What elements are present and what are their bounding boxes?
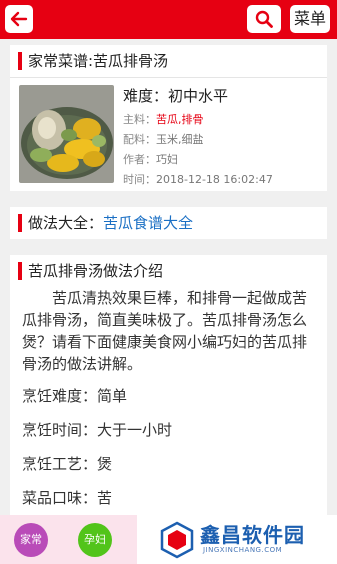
spec-technique: 烹饪工艺：煲: [22, 455, 113, 473]
bottom-bar: 家常 孕妇 鑫昌软件园 JINGXINCHANG.COM: [0, 515, 337, 564]
watermark-logo-icon: [160, 521, 194, 559]
seasoning-value: 玉米,细盐: [156, 133, 204, 146]
tag-bubble-home[interactable]: 家常: [14, 523, 48, 557]
main-ingredient-label: 主料：: [123, 113, 156, 126]
back-arrow-icon: [10, 11, 28, 27]
difficulty-info: 难度：初中水平: [123, 85, 228, 106]
intro-title: 苦瓜排骨汤做法介绍: [18, 262, 163, 280]
spec-flavor: 菜品口味：苦: [22, 489, 113, 507]
watermark-subtext: JINGXINCHANG.COM: [203, 546, 283, 554]
main-ingredient-value[interactable]: 苦瓜,排骨: [156, 113, 204, 126]
seasoning-info: 配料：玉米,细盐: [123, 131, 204, 147]
spec-time: 烹饪时间：大于一小时: [22, 421, 173, 439]
author-label: 作者：: [123, 153, 156, 166]
author-info: 作者：巧妇: [123, 151, 178, 167]
recipe-card: 家常菜谱:苦瓜排骨汤 难度：初中水平 主料：苦瓜,排骨 配料：玉米,细盐 作者：…: [10, 45, 327, 191]
search-icon: [255, 10, 273, 28]
time-info: 时间：2018-12-18 16:02:47: [123, 171, 273, 187]
divider: [10, 77, 327, 78]
methods-title: 做法大全：苦瓜食谱大全: [18, 214, 193, 232]
watermark-text: 鑫昌软件园: [200, 523, 305, 547]
tag-bubbles: 家常 孕妇: [0, 515, 137, 564]
time-value: 2018-12-18 16:02:47: [156, 173, 273, 186]
methods-card: 做法大全：苦瓜食谱大全: [10, 207, 327, 239]
main-ingredient-info: 主料：苦瓜,排骨: [123, 111, 204, 127]
top-bar: 菜单: [0, 0, 337, 39]
intro-card: 苦瓜排骨汤做法介绍 苦瓜清热效果巨棒，和排骨一起做成苦瓜排骨汤，简直美味极了。苦…: [10, 255, 327, 515]
difficulty-label: 难度：: [123, 87, 169, 105]
dish-photo: [19, 85, 114, 183]
intro-paragraph: 苦瓜清热效果巨棒，和排骨一起做成苦瓜排骨汤，简直美味极了。苦瓜排骨汤怎么煲？请看…: [22, 289, 308, 373]
menu-button[interactable]: 菜单: [290, 5, 330, 33]
recipe-title: 家常菜谱:苦瓜排骨汤: [18, 52, 168, 70]
back-button[interactable]: [5, 5, 33, 33]
search-button[interactable]: [247, 5, 281, 33]
difficulty-value: 初中水平: [168, 87, 229, 105]
author-value: 巧妇: [156, 153, 178, 166]
seasoning-label: 配料：: [123, 133, 156, 146]
methods-label: 做法大全：: [28, 214, 104, 232]
tag-bubble-pregnant[interactable]: 孕妇: [78, 523, 112, 557]
time-label: 时间：: [123, 173, 156, 186]
spec-difficulty: 烹饪难度：简单: [22, 387, 128, 405]
methods-link[interactable]: 苦瓜食谱大全: [103, 214, 193, 232]
